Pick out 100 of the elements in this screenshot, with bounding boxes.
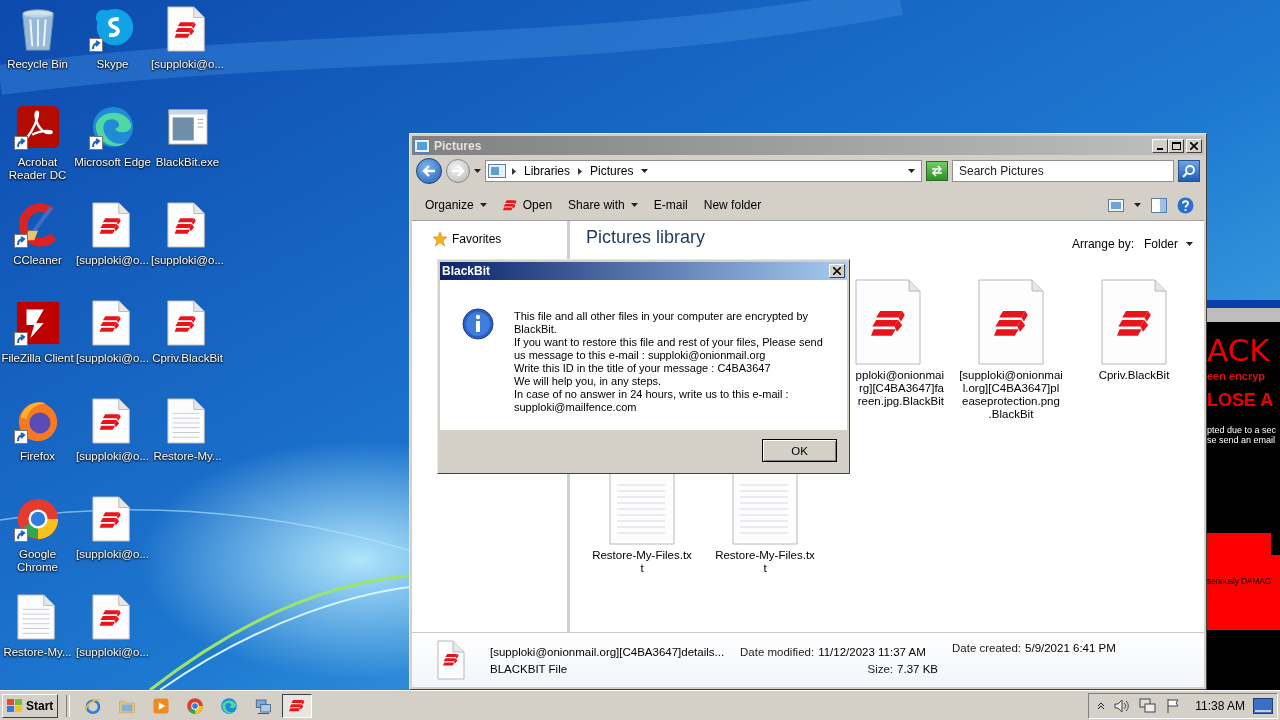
desktop-shortcut[interactable]: Cpriv.BlackBit	[150, 300, 225, 365]
arrange-label: Arrange by:	[1071, 237, 1134, 251]
desktop-shortcut[interactable]: [supploki@o...	[75, 202, 150, 267]
window-title: Pictures	[434, 138, 483, 153]
logo-icon	[289, 699, 306, 712]
document-icon	[435, 640, 467, 680]
windows-logo-icon	[7, 698, 23, 713]
refresh-icon	[930, 165, 944, 177]
close-icon	[1190, 141, 1198, 150]
maximize-button[interactable]	[1168, 138, 1184, 153]
address-bar[interactable]: Libraries Pictures	[485, 160, 922, 182]
taskbar-button[interactable]	[282, 693, 313, 718]
clock: 11:38 AM	[1195, 698, 1245, 713]
field-value: 11/12/2023 11:37 AM	[818, 645, 926, 658]
desktop-shortcut[interactable]: Restore-My...	[0, 594, 75, 659]
field-label: Size:	[867, 662, 894, 675]
back-button[interactable]	[416, 158, 442, 184]
desktop-shortcut[interactable]: Skype	[75, 6, 150, 71]
address-dropdown-icon	[908, 169, 915, 173]
menu-button[interactable]: Share with	[561, 195, 645, 215]
chevron-icon	[512, 167, 516, 175]
show-desktop-icon[interactable]	[1253, 697, 1273, 714]
file-item[interactable]: Cpriv.BlackBit	[1078, 279, 1190, 382]
toolbar-button[interactable]: New folder	[696, 195, 769, 215]
browser-icon	[186, 696, 205, 715]
network-icon[interactable]	[1139, 697, 1158, 714]
caret-icon	[1186, 242, 1193, 246]
close-icon	[833, 267, 841, 275]
view-icon[interactable]	[1108, 198, 1124, 212]
headline: ACK	[1207, 332, 1271, 368]
desktop-shortcut[interactable]: FileZilla Client	[0, 300, 75, 365]
arrow-right-icon	[451, 165, 465, 177]
search-button[interactable]	[1178, 160, 1200, 182]
headline: LOSE A	[1207, 390, 1275, 411]
file-name: [supploki@onionmail.org][C4BA3647]details...	[490, 645, 726, 658]
start-button[interactable]: Start	[2, 693, 59, 718]
desktop-shortcut[interactable]: [supploki@o...	[150, 6, 225, 71]
document-icon	[976, 279, 1046, 365]
close-button[interactable]	[829, 264, 845, 278]
preview-pane-icon[interactable]	[1151, 197, 1167, 213]
recent-pages-caret-icon	[474, 169, 481, 173]
message-text: This file and all other files in your computer are encrypted by BlackBit. If you want to restore this file and rest of your files, Please send us message to this e-mail : supploki@onionmail.org Write this ID in the title of your message : C4BA3647 We will help you, in any steps. In case of no answer in 24 hours, write us to this e-mail : supploki@mailfence.com	[514, 310, 823, 415]
desktop-shortcut[interactable]: [supploki@o...	[75, 300, 150, 365]
maximize-icon	[1171, 141, 1181, 150]
library-icon	[488, 164, 506, 178]
desktop-shortcut[interactable]: Microsoft Edge	[75, 104, 150, 169]
document-icon	[853, 279, 923, 365]
desktop-shortcut[interactable]: Acrobat Reader DC	[0, 104, 75, 182]
field-value: 7.37 KB	[897, 662, 938, 675]
flag-icon[interactable]	[1165, 697, 1182, 714]
help-icon[interactable]	[1177, 196, 1194, 214]
picture-icon	[414, 138, 430, 153]
desktop-shortcut[interactable]: CCleaner	[0, 202, 75, 267]
desktop-shortcut[interactable]: [supploki@o...	[75, 398, 150, 463]
desktop-shortcut[interactable]: Restore-My...	[150, 398, 225, 463]
headline: een encryp	[1207, 370, 1267, 382]
computer-icon	[254, 696, 273, 715]
toolbar-button[interactable]: E-mail	[646, 195, 695, 215]
refresh-button[interactable]	[926, 161, 948, 181]
desktop-shortcut[interactable]: Firefox	[0, 398, 75, 463]
globe-icon	[84, 696, 103, 715]
caret-icon	[641, 169, 649, 173]
breadcrumb[interactable]: Pictures	[588, 164, 636, 178]
desktop-shortcut[interactable]: [supploki@o...	[150, 202, 225, 267]
arrange-dropdown[interactable]: Folder	[1144, 237, 1193, 251]
play-icon	[152, 696, 171, 715]
minimize-button[interactable]	[1152, 138, 1168, 153]
field-label: Date created:	[952, 642, 1022, 654]
desktop-shortcut[interactable]: Recycle Bin	[0, 6, 75, 71]
desktop-shortcut[interactable]: BlackBit.exe	[150, 104, 225, 169]
breadcrumb[interactable]: Libraries	[522, 164, 573, 178]
info-icon	[462, 308, 494, 340]
desktop-shortcut[interactable]: [supploki@o...	[75, 496, 150, 561]
desktop-shortcut[interactable]: Google Chrome	[0, 496, 75, 574]
wave-icon	[220, 696, 239, 715]
note-text: pted due to a sec	[1207, 425, 1278, 435]
close-button[interactable]	[1186, 138, 1202, 153]
file-type: BLACKBIT File	[490, 662, 569, 675]
chevron-icon	[578, 167, 583, 175]
ok-button[interactable]: OK	[762, 439, 837, 462]
logo-icon	[502, 199, 517, 211]
note-text: se send an email	[1207, 435, 1277, 445]
minimize-icon	[1157, 147, 1163, 150]
star-icon	[432, 231, 448, 247]
toolbar-button[interactable]: Open	[495, 195, 560, 215]
speaker-icon[interactable]	[1113, 697, 1132, 714]
view-caret-icon	[1134, 203, 1141, 207]
field-value: 5/9/2021 6:41 PM	[1025, 642, 1116, 654]
search-field[interactable]: Search Pictures	[952, 160, 1174, 182]
arrow-left-icon	[422, 165, 436, 177]
library-title: Pictures library	[586, 227, 706, 248]
desktop-shortcut[interactable]: [supploki@o...	[75, 594, 150, 659]
caret-icon	[479, 203, 487, 207]
menu-button[interactable]: Organize	[418, 195, 494, 215]
field-label: Date modified:	[740, 645, 815, 658]
document-icon	[1099, 279, 1169, 365]
dialog-title: BlackBit	[442, 264, 492, 278]
nav-item[interactable]: Favorites	[432, 231, 567, 247]
file-item[interactable]: [supploki@onionmai l.org][C4BA3647]pl easeprotection.png .BlackBit	[955, 279, 1067, 421]
chevron-up-icon[interactable]	[1097, 701, 1106, 710]
